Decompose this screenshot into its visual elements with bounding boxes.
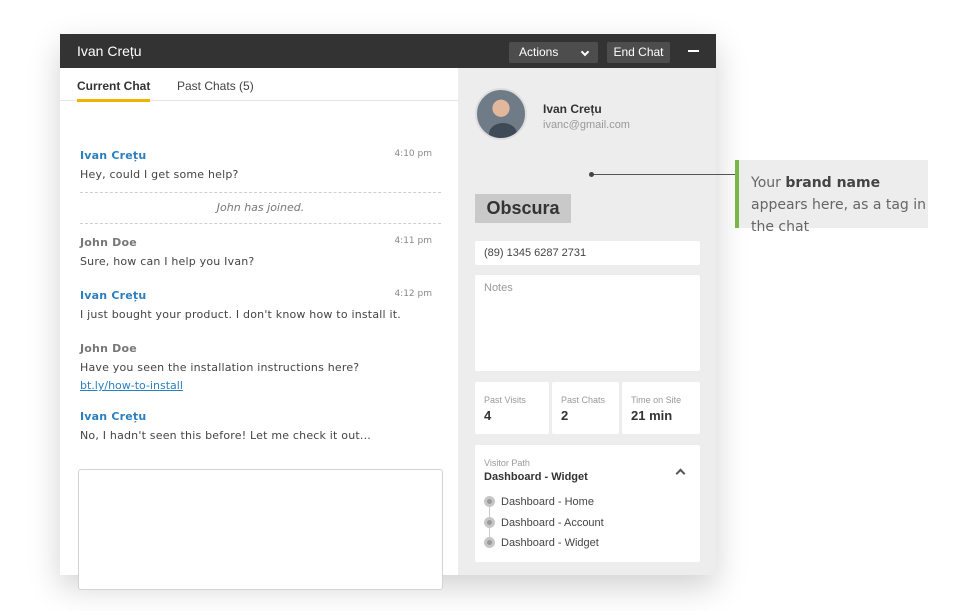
- window-title: Ivan Crețu: [77, 43, 142, 59]
- chat-message: Ivan Crețu No, I hadn't seen this before…: [80, 410, 432, 442]
- message-text: Have you seen the installation instructi…: [80, 361, 360, 374]
- tab-current-chat[interactable]: Current Chat: [77, 79, 151, 102]
- tab-past-chats[interactable]: Past Chats (5): [177, 79, 254, 93]
- chat-window: Ivan Crețu Actions End Chat Current Chat…: [60, 34, 716, 590]
- avatar: [475, 88, 527, 140]
- path-step-label: Dashboard - Account: [501, 517, 604, 529]
- visitor-path-current: Dashboard - Widget: [484, 471, 588, 483]
- install-instructions-link[interactable]: bt.ly/how-to-install: [80, 379, 432, 392]
- divider: [80, 223, 441, 224]
- brand-tag: Obscura: [475, 194, 571, 223]
- stat-label: Past Visits: [484, 395, 526, 405]
- chat-message: Ivan Crețu I just bought your product. I…: [80, 289, 432, 321]
- chat-message: John Doe Sure, how can I help you Ivan? …: [80, 236, 432, 268]
- chat-tabs: Current Chat Past Chats (5): [60, 68, 458, 102]
- stat-time-on-site: Time on Site 21 min: [622, 382, 700, 434]
- stat-value: 2: [561, 408, 569, 423]
- path-step-label: Dashboard - Home: [501, 496, 594, 508]
- window-titlebar: Ivan Crețu Actions End Chat: [60, 34, 716, 68]
- message-text: No, I hadn't seen this before! Let me ch…: [80, 429, 371, 442]
- callout-text-2: appears here, as a tag in the chat: [751, 197, 927, 235]
- step-dot-icon: [484, 537, 495, 548]
- visitor-path-label: Visitor Path: [484, 458, 530, 468]
- visitor-email: ivanc@gmail.com: [543, 119, 630, 131]
- callout-connector: [591, 174, 736, 175]
- message-text: Sure, how can I help you Ivan?: [80, 255, 255, 268]
- system-message: John has joined.: [216, 201, 305, 214]
- callout-bold: brand name: [785, 175, 881, 191]
- stat-past-chats: Past Chats 2: [552, 382, 619, 434]
- brand-callout: Your brand name appears here, as a tag i…: [735, 160, 928, 235]
- message-sender: Ivan Crețu: [80, 289, 147, 302]
- message-sender: John Doe: [80, 342, 137, 355]
- minimize-icon[interactable]: [688, 50, 699, 52]
- visitor-info-pane: Ivan Crețu ivanc@gmail.com Obscura (89) …: [458, 68, 716, 575]
- end-chat-button[interactable]: End Chat: [607, 42, 670, 63]
- message-time: 4:12 pm: [394, 289, 432, 299]
- chevron-up-icon[interactable]: [675, 468, 686, 479]
- callout-text-1: Your: [751, 175, 786, 191]
- message-sender: John Doe: [80, 236, 137, 249]
- stat-value: 4: [484, 408, 492, 423]
- message-sender: Ivan Crețu: [80, 410, 147, 423]
- chevron-down-icon: [580, 47, 590, 57]
- message-time: 4:11 pm: [394, 236, 432, 246]
- stat-label: Past Chats: [561, 395, 606, 405]
- path-step: Dashboard - Widget: [484, 537, 599, 549]
- chat-pane: Current Chat Past Chats (5) Ivan Crețu H…: [60, 68, 458, 590]
- chat-message: John Doe Have you seen the installation …: [80, 342, 432, 392]
- visitor-name: Ivan Crețu: [543, 102, 602, 116]
- message-text: I just bought your product. I don't know…: [80, 308, 401, 321]
- message-sender: Ivan Crețu: [80, 149, 147, 162]
- stat-past-visits: Past Visits 4: [475, 382, 549, 434]
- callout-dot-icon: [589, 172, 594, 177]
- path-step: Dashboard - Home: [484, 496, 594, 508]
- step-dot-icon: [484, 517, 495, 528]
- actions-dropdown[interactable]: Actions: [509, 42, 598, 63]
- message-text: Hey, could I get some help?: [80, 168, 239, 181]
- chat-message: Ivan Crețu Hey, could I get some help? 4…: [80, 149, 432, 181]
- visitor-path-panel: Visitor Path Dashboard - Widget Dashboar…: [475, 445, 700, 562]
- actions-label: Actions: [519, 45, 559, 59]
- phone-field[interactable]: (89) 1345 6287 2731: [475, 241, 700, 265]
- notes-field[interactable]: Notes: [475, 275, 700, 371]
- stat-label: Time on Site: [631, 395, 682, 405]
- divider: [80, 192, 441, 193]
- path-step: Dashboard - Account: [484, 517, 604, 529]
- stat-value: 21 min: [631, 408, 673, 423]
- path-step-label: Dashboard - Widget: [501, 537, 599, 549]
- message-input[interactable]: [78, 469, 443, 590]
- step-dot-icon: [484, 496, 495, 507]
- message-time: 4:10 pm: [394, 149, 432, 159]
